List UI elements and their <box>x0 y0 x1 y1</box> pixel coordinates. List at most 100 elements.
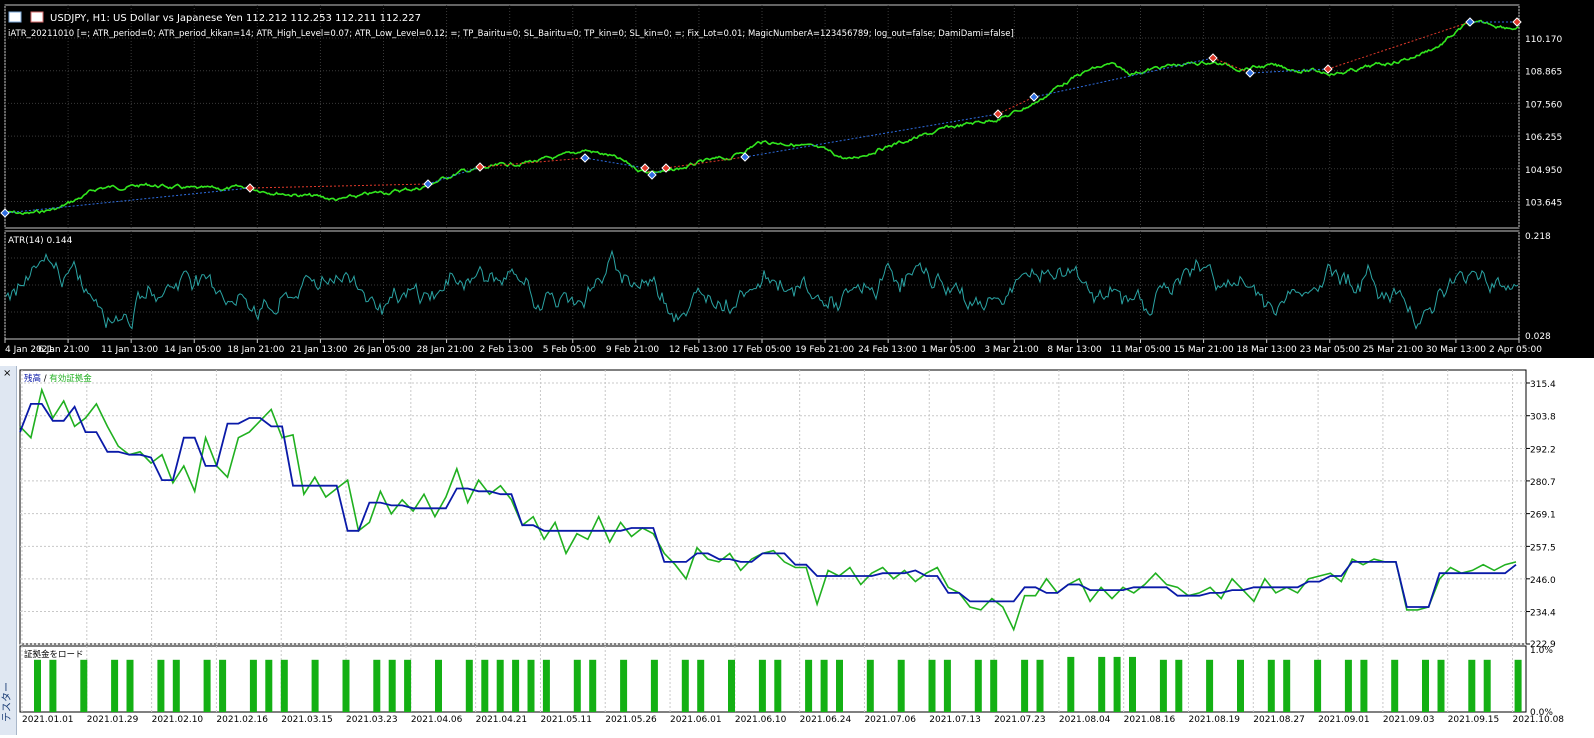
margin-axis-ticks: 1.0%0.0% <box>1530 646 1553 718</box>
tester-date-label: 2021.01.01 <box>22 715 74 725</box>
margin-bar <box>1067 656 1075 712</box>
margin-bar <box>573 659 581 712</box>
margin-bar <box>805 659 813 712</box>
time-label: 24 Feb 13:00 <box>858 345 917 355</box>
margin-bar <box>1360 659 1368 712</box>
tester-date-label: 2021.02.10 <box>152 715 204 725</box>
margin-bar <box>172 659 180 712</box>
margin-bar <box>1422 659 1429 712</box>
buy-marker <box>740 152 750 162</box>
time-label: 18 Jan 21:00 <box>227 345 284 355</box>
price-tick-label: 104.950 <box>1525 166 1562 176</box>
margin-bar <box>404 659 412 712</box>
time-label: 28 Jan 21:00 <box>417 345 474 355</box>
margin-bar <box>1468 659 1476 712</box>
legend-balance: 残高 <box>24 373 41 384</box>
sell-marker <box>1323 64 1333 74</box>
time-label: 18 Mar 13:00 <box>1237 345 1297 355</box>
tester-date-label: 2021.08.16 <box>1124 715 1176 725</box>
trade-connector <box>479 157 586 168</box>
balance-axis-ticks: 315.4 303.8 292.2 280.7 269.1 257.5 246.0 234.4… <box>1526 380 1556 650</box>
time-label: 12 Feb 13:00 <box>669 345 728 355</box>
margin-plot-frame <box>19 645 1527 713</box>
margin-bar <box>1391 659 1399 712</box>
strategy-tester-panel[interactable]: × テスター 315.4 303.8 292.2 280.7 269.1 257.5 246… <box>0 366 1594 735</box>
price-axis-ticks: 110.170 108.865 107.560 106.255 104.950 103.6… <box>1525 35 1562 209</box>
margin-label: 証拠金をロード <box>24 649 84 660</box>
balance-tick-label: 246.0 <box>1530 576 1556 586</box>
price-tick-label: 108.865 <box>1525 68 1562 78</box>
trade-connector <box>744 113 999 158</box>
margin-bar <box>820 659 828 712</box>
balance-tick-label: 315.4 <box>1530 380 1556 390</box>
margin-bar <box>527 659 535 712</box>
price-tick-label: 107.560 <box>1525 100 1562 110</box>
buy-marker <box>580 153 590 163</box>
time-label: 2 Apr 05:00 <box>1489 345 1542 355</box>
sell-marker <box>245 183 255 193</box>
margin-bar <box>836 659 843 712</box>
tester-tab-label[interactable]: テスター <box>0 682 13 722</box>
trade-connector <box>249 183 429 189</box>
margin-tick-label: 1.0% <box>1530 646 1553 656</box>
atr-label: ATR(14) 0.144 <box>8 236 73 246</box>
margin-bar <box>897 659 905 712</box>
margin-bar <box>697 659 705 712</box>
atr-grid <box>4 231 1520 339</box>
margin-bar <box>866 659 874 712</box>
window-icon[interactable] <box>8 11 44 23</box>
tester-date-label: 2021.09.01 <box>1318 715 1370 725</box>
margin-bar <box>219 659 227 712</box>
margin-bar <box>34 659 41 712</box>
tester-date-axis: 2021.01.01 2021.01.29 2021.02.10 2021.02.16… <box>22 715 1564 725</box>
atr-tick-label: 0.028 <box>1525 332 1551 342</box>
tester-date-label: 2021.04.06 <box>411 715 463 725</box>
sell-marker <box>1208 53 1218 63</box>
balance-plot-frame <box>19 369 1527 645</box>
tester-date-label: 2021.08.27 <box>1253 715 1305 725</box>
tester-charts-svg[interactable]: 315.4 303.8 292.2 280.7 269.1 257.5 246.0 234.4… <box>0 366 1594 735</box>
time-label: 23 Mar 05:00 <box>1300 345 1360 355</box>
margin-bar <box>1283 659 1291 712</box>
chart-type-icon <box>30 11 44 23</box>
margin-bar <box>435 659 442 712</box>
time-label: 26 Jan 05:00 <box>354 345 411 355</box>
margin-bar <box>1344 659 1352 712</box>
time-label: 11 Jan 13:00 <box>101 345 158 355</box>
margin-bar <box>1098 656 1106 712</box>
balance-tick-label: 257.5 <box>1530 543 1556 553</box>
price-tick-label: 106.255 <box>1525 133 1562 143</box>
margin-bar <box>111 659 119 712</box>
atr-tick-label: 0.218 <box>1525 232 1551 242</box>
margin-bar <box>681 659 689 712</box>
buy-marker <box>1465 17 1475 27</box>
time-label: 21 Jan 13:00 <box>290 345 347 355</box>
price-chart-svg[interactable]: 110.170 108.865 107.560 106.255 104.950 103.6… <box>0 0 1594 358</box>
price-chart-window[interactable]: 110.170 108.865 107.560 106.255 104.950 103.6… <box>0 0 1594 358</box>
close-icon[interactable]: × <box>3 368 11 379</box>
chart-title: USDJPY, H1: US Dollar vs Japanese Yen 11… <box>50 13 421 24</box>
margin-bar <box>1237 659 1244 712</box>
margin-bar <box>280 659 288 712</box>
balance-tick-label: 292.2 <box>1530 445 1556 455</box>
legend-equity: 有効証拠金 <box>49 373 92 384</box>
atr-series-line <box>5 249 1519 330</box>
margin-bar <box>203 659 211 712</box>
margin-bar <box>589 659 597 712</box>
tester-side-strip[interactable]: × テスター <box>0 366 17 735</box>
margin-bar <box>465 659 473 712</box>
tester-date-label: 2021.02.16 <box>216 715 268 725</box>
margin-bar <box>650 659 658 712</box>
price-tick-label: 110.170 <box>1525 35 1562 45</box>
margin-bar <box>481 659 489 712</box>
tester-date-label: 2021.06.10 <box>735 715 787 725</box>
tester-date-label: 2021.05.26 <box>605 715 657 725</box>
time-label: 11 Mar 05:00 <box>1111 345 1171 355</box>
trade-connector <box>584 157 646 169</box>
tester-date-label: 2021.07.23 <box>994 715 1046 725</box>
sell-marker <box>475 162 485 172</box>
tester-date-label: 2021.04.21 <box>476 715 528 725</box>
balance-tick-label: 269.1 <box>1530 511 1556 521</box>
margin-bar <box>774 659 782 712</box>
margin-bar <box>1021 659 1029 712</box>
